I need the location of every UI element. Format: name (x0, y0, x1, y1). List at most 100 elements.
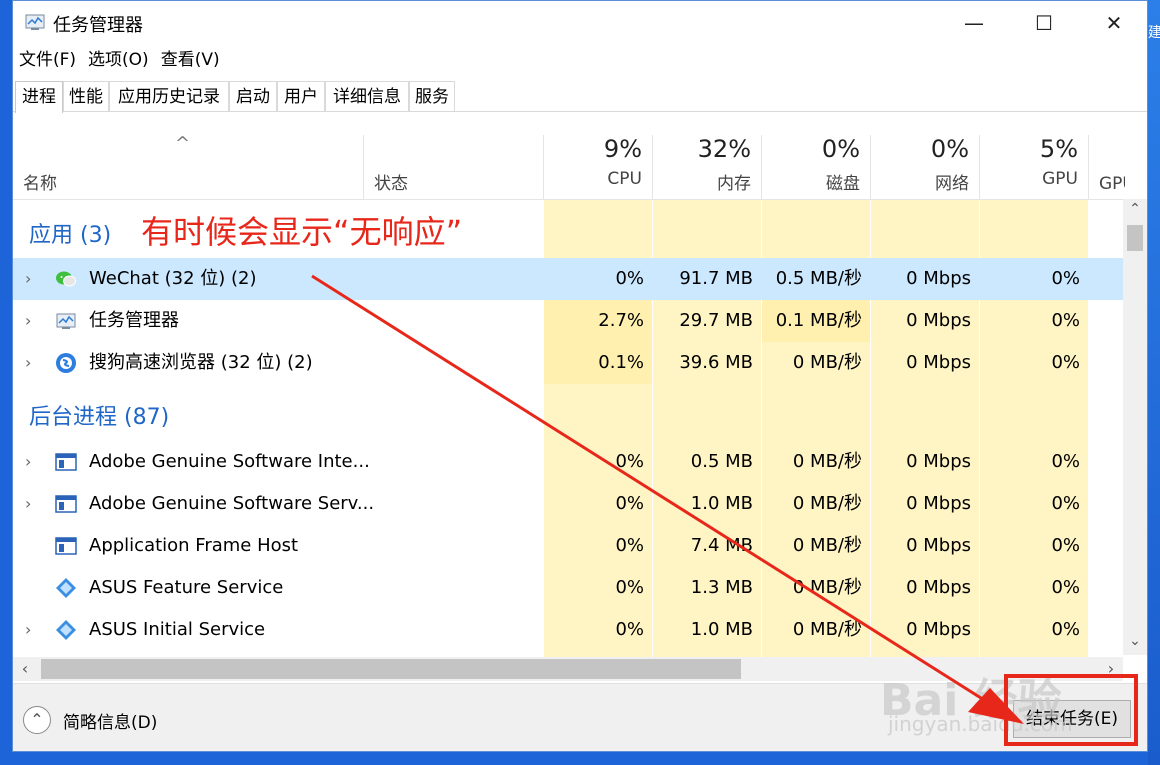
task-manager-icon (56, 313, 76, 329)
header-net-label: 网络 (935, 174, 969, 194)
task-manager-icon (25, 14, 45, 30)
process-table: ^ 名称 状态 9% CPU 32% 内存 0% 磁盘 0% 网络 5% GPU… (13, 135, 1125, 657)
process-row-task-manager[interactable]: › 任务管理器 2.7% 29.7 MB 0.1 MB/秒 0 Mbps 0% (13, 300, 1125, 342)
gpu-value: 0% (1051, 577, 1080, 598)
process-name: WeChat (32 位) (2) (89, 268, 257, 289)
window-title: 任务管理器 (53, 15, 143, 36)
service-window-icon (55, 537, 77, 555)
memory-value: 91.7 MB (679, 268, 753, 289)
fewer-details-link[interactable]: 简略信息(D) (63, 708, 157, 733)
sogou-browser-icon (56, 353, 76, 373)
header-net-pct: 0% (930, 135, 969, 163)
network-value: 0 Mbps (906, 493, 971, 514)
asus-diamond-icon (56, 620, 76, 640)
disk-value: 0.1 MB/秒 (775, 310, 862, 331)
header-cpu-label: CPU (607, 169, 642, 189)
task-manager-window: 任务管理器 — ☐ ✕ 文件(F) 选项(O) 查看(V) 进程 性能 应用历史… (12, 0, 1148, 752)
header-gpu-pct: 5% (1039, 135, 1078, 163)
network-value: 0 Mbps (906, 577, 971, 598)
header-disk-pct: 0% (821, 135, 860, 163)
disk-value: 0 MB/秒 (792, 619, 862, 640)
horizontal-scroll-thumb[interactable] (41, 659, 741, 679)
process-row-adobe-genuine-integrity[interactable]: › Adobe Genuine Software Inte... 0% 0.5 … (13, 441, 1125, 483)
desktop-edge-text: 建 (1148, 25, 1160, 41)
vertical-scrollbar[interactable]: ⌃ ⌄ (1123, 199, 1147, 655)
process-row-sogou-browser[interactable]: › 搜狗高速浏览器 (32 位) (2) 0.1% 39.6 MB 0 MB/秒… (13, 342, 1125, 384)
process-name: 任务管理器 (89, 310, 179, 331)
header-cpu[interactable]: 9% CPU (544, 135, 653, 199)
tab-services[interactable]: 服务 (409, 81, 455, 111)
cpu-value: 0% (615, 619, 644, 640)
gpu-value: 0% (1051, 268, 1080, 289)
gpu-value: 0% (1051, 352, 1080, 373)
disk-value: 0 MB/秒 (792, 451, 862, 472)
gpu-value: 0% (1051, 493, 1080, 514)
maximize-button[interactable]: ☐ (1009, 1, 1079, 45)
menu-view[interactable]: 查看(V) (155, 47, 226, 73)
close-button[interactable]: ✕ (1079, 1, 1147, 45)
cpu-value: 0% (615, 535, 644, 556)
process-name: ASUS Initial Service (89, 619, 266, 640)
tab-app-history[interactable]: 应用历史记录 (109, 81, 229, 111)
disk-value: 0 MB/秒 (792, 352, 862, 373)
tab-processes[interactable]: 进程 (15, 81, 63, 113)
process-name: ASUS Feature Service (89, 577, 284, 598)
network-value: 0 Mbps (906, 310, 971, 331)
process-row-adobe-genuine-service[interactable]: › Adobe Genuine Software Serv... 0% 1.0 … (13, 483, 1125, 525)
header-memory[interactable]: 32% 内存 (653, 135, 762, 199)
disk-value: 0.5 MB/秒 (775, 268, 862, 289)
gpu-value: 0% (1051, 451, 1080, 472)
process-row-application-frame-host[interactable]: Application Frame Host 0% 7.4 MB 0 MB/秒 … (13, 525, 1125, 567)
header-cpu-pct: 9% (603, 135, 642, 163)
tab-performance[interactable]: 性能 (63, 81, 109, 111)
expand-chevron-icon[interactable]: › (25, 483, 31, 525)
process-name: Adobe Genuine Software Inte... (89, 451, 370, 472)
header-gpu-engine[interactable]: GPU 引 (1089, 135, 1125, 199)
header-gpu[interactable]: 5% GPU (980, 135, 1089, 199)
tab-users[interactable]: 用户 (277, 81, 325, 111)
process-row-asus-feature-service[interactable]: ASUS Feature Service 0% 1.3 MB 0 MB/秒 0 … (13, 567, 1125, 609)
tab-startup[interactable]: 启动 (229, 81, 277, 111)
memory-value: 0.5 MB (690, 451, 753, 472)
expand-chevron-icon[interactable]: › (25, 258, 31, 300)
expand-chevron-icon[interactable]: › (25, 441, 31, 483)
fewer-details-icon[interactable]: ⌃ (23, 706, 51, 734)
cpu-value: 2.7% (598, 310, 644, 331)
header-name[interactable]: ^ 名称 (13, 135, 364, 199)
close-icon: ✕ (1105, 11, 1123, 35)
header-network[interactable]: 0% 网络 (871, 135, 980, 199)
tab-details[interactable]: 详细信息 (325, 81, 409, 111)
memory-value: 1.0 MB (690, 493, 753, 514)
header-disk[interactable]: 0% 磁盘 (762, 135, 871, 199)
expand-chevron-icon[interactable]: › (25, 609, 31, 651)
process-row-wechat[interactable]: › WeChat (32 位) (2) 0% 91.7 MB 0.5 MB/秒 … (13, 258, 1125, 300)
expand-chevron-icon[interactable]: › (25, 300, 31, 342)
desktop-background (1148, 0, 1160, 765)
minimize-icon: — (964, 11, 984, 35)
header-mem-pct: 32% (697, 135, 751, 163)
minimize-button[interactable]: — (939, 1, 1009, 45)
cpu-value: 0.1% (598, 352, 644, 373)
disk-value: 0 MB/秒 (792, 535, 862, 556)
cpu-value: 0% (615, 493, 644, 514)
expand-chevron-icon[interactable]: › (25, 342, 31, 384)
process-row-asus-initial-service[interactable]: › ASUS Initial Service 0% 1.0 MB 0 MB/秒 … (13, 609, 1125, 651)
vertical-scroll-thumb[interactable] (1127, 225, 1143, 251)
scroll-up-icon[interactable]: ⌃ (1123, 201, 1147, 221)
menu-file[interactable]: 文件(F) (13, 47, 82, 73)
group-background-heading: 后台进程 (87) (29, 405, 170, 430)
sort-caret-icon: ^ (175, 135, 191, 154)
header-gpu-label: GPU (1042, 169, 1078, 189)
cpu-value: 0% (615, 577, 644, 598)
menu-options[interactable]: 选项(O) (82, 47, 155, 73)
scroll-down-icon[interactable]: ⌄ (1123, 633, 1147, 653)
header-name-label: 名称 (23, 174, 57, 194)
scroll-left-icon[interactable]: ‹ (13, 657, 37, 681)
network-value: 0 Mbps (906, 451, 971, 472)
column-header: ^ 名称 状态 9% CPU 32% 内存 0% 磁盘 0% 网络 5% GPU… (13, 135, 1125, 200)
annotation-highlight-box (1004, 674, 1138, 746)
group-apps-heading: 应用 (3) (29, 223, 112, 248)
title-bar[interactable]: 任务管理器 — ☐ ✕ (13, 1, 1147, 45)
header-status[interactable]: 状态 (364, 135, 544, 199)
service-window-icon (55, 495, 77, 513)
